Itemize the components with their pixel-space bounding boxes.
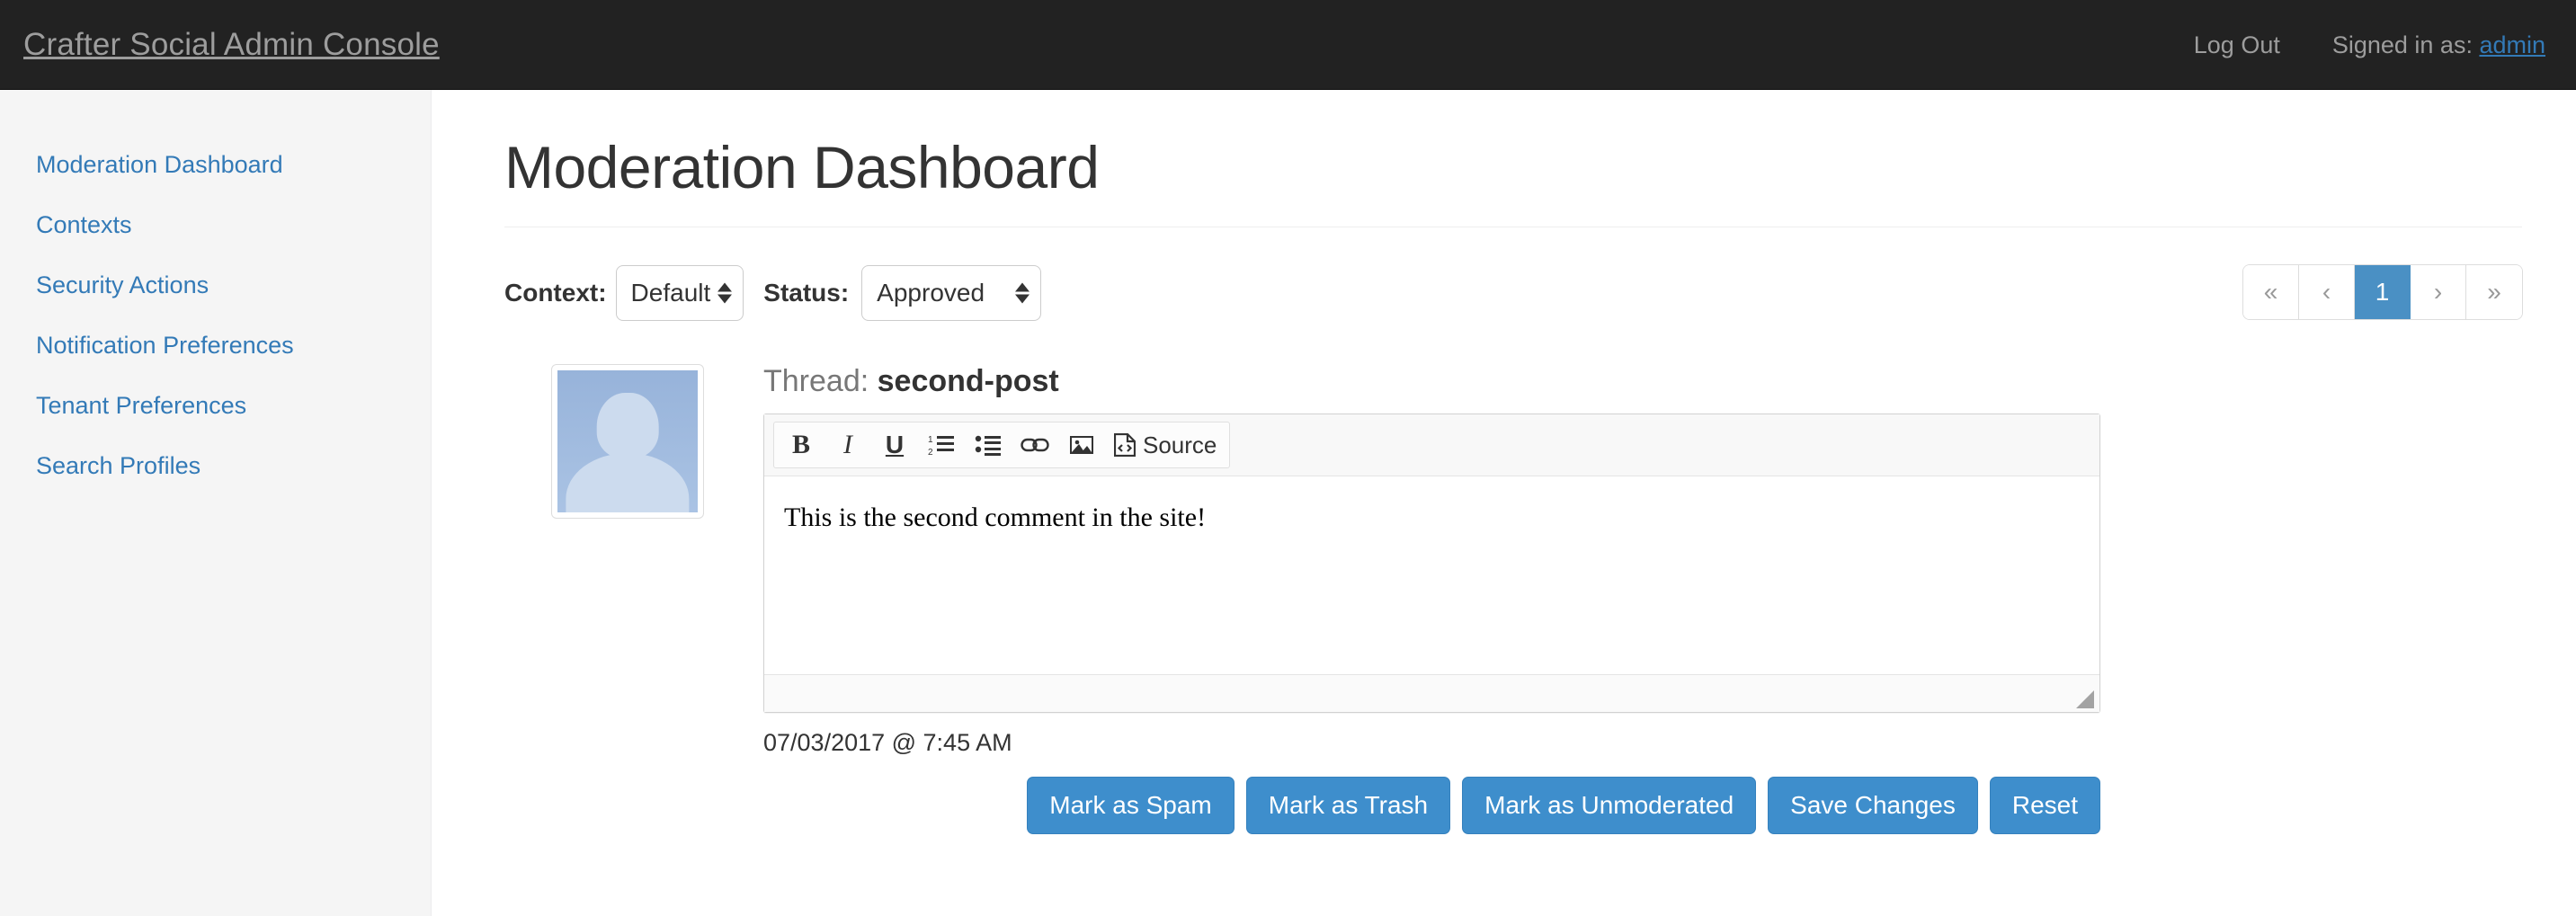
status-filter-label: Status: bbox=[763, 279, 850, 307]
thread-heading: Thread: second-post bbox=[763, 364, 2522, 399]
avatar-placeholder-icon bbox=[557, 370, 698, 512]
sidebar-item-search-profiles[interactable]: Search Profiles bbox=[0, 436, 431, 496]
sidebar-item-security-actions[interactable]: Security Actions bbox=[0, 255, 431, 316]
page-title: Moderation Dashboard bbox=[504, 134, 1100, 200]
mark-as-trash-button[interactable]: Mark as Trash bbox=[1245, 777, 1451, 834]
source-button[interactable]: Source bbox=[1105, 424, 1226, 466]
svg-text:2: 2 bbox=[928, 448, 933, 457]
link-icon[interactable] bbox=[1012, 424, 1058, 466]
sidebar-item-notification-preferences[interactable]: Notification Preferences bbox=[0, 316, 431, 376]
post-body: Thread: second-post B I U 1 2 Source Thi… bbox=[763, 364, 2522, 834]
save-changes-button[interactable]: Save Changes bbox=[1768, 777, 1978, 834]
numbered-list-icon[interactable]: 1 2 bbox=[918, 424, 965, 466]
chevron-updown-icon bbox=[1015, 282, 1030, 304]
moderation-post-item: Thread: second-post B I U 1 2 Source Thi… bbox=[504, 364, 2522, 834]
sidebar-item-contexts[interactable]: Contexts bbox=[0, 195, 431, 255]
context-select-value: Default bbox=[630, 279, 711, 307]
thread-prefix-label: Thread: bbox=[763, 364, 878, 398]
editor-content-area[interactable]: This is the second comment in the site! bbox=[764, 476, 2099, 674]
mark-as-spam-button[interactable]: Mark as Spam bbox=[1027, 777, 1235, 834]
post-timestamp: 07/03/2017 @ 7:45 AM bbox=[763, 729, 1012, 756]
editor-toolbar: B I U 1 2 Source bbox=[764, 414, 2099, 476]
editor-footer bbox=[764, 674, 2099, 712]
status-select-value: Approved bbox=[877, 279, 985, 307]
reset-button[interactable]: Reset bbox=[1989, 777, 2100, 834]
rich-text-editor: B I U 1 2 Source This is the second comm… bbox=[763, 414, 2100, 713]
status-select[interactable]: Approved bbox=[861, 265, 1042, 321]
pagination-first-button[interactable]: « bbox=[2243, 265, 2299, 319]
post-action-buttons: Mark as Spam Mark as Trash Mark as Unmod… bbox=[763, 777, 2100, 834]
pagination-page-1-button[interactable]: 1 bbox=[2355, 265, 2411, 319]
main-content: Moderation Dashboard Context: Default St… bbox=[432, 90, 2576, 916]
left-sidebar: Moderation Dashboard Contexts Security A… bbox=[0, 90, 432, 916]
current-username-link[interactable]: admin bbox=[2479, 31, 2545, 58]
pagination-last-button[interactable]: » bbox=[2466, 265, 2522, 319]
log-out-link[interactable]: Log Out bbox=[2194, 31, 2280, 59]
avatar bbox=[551, 364, 704, 519]
sidebar-item-moderation-dashboard[interactable]: Moderation Dashboard bbox=[0, 135, 431, 195]
bold-icon[interactable]: B bbox=[778, 424, 824, 466]
pagination: « ‹ 1 › » bbox=[2243, 265, 2522, 319]
svg-text:1: 1 bbox=[928, 435, 933, 445]
mark-as-unmoderated-button[interactable]: Mark as Unmoderated bbox=[1462, 777, 1757, 834]
navbar-right-group: Log Out Signed in as: admin bbox=[2194, 0, 2545, 90]
resize-handle-icon[interactable] bbox=[2076, 690, 2094, 708]
editor-toolbar-group: B I U 1 2 Source bbox=[773, 422, 1231, 468]
filter-toolbar: Context: Default Status: Approved « ‹ 1 … bbox=[504, 262, 2522, 325]
italic-icon[interactable]: I bbox=[824, 424, 871, 466]
bullet-list-icon[interactable] bbox=[965, 424, 1012, 466]
context-filter-label: Context: bbox=[504, 279, 607, 307]
chevron-updown-icon bbox=[718, 282, 733, 304]
underline-icon[interactable]: U bbox=[871, 424, 918, 466]
signed-in-status: Signed in as: admin bbox=[2332, 31, 2545, 59]
thread-name: second-post bbox=[877, 364, 1059, 398]
signed-in-prefix-label: Signed in as: bbox=[2331, 31, 2480, 58]
context-select[interactable]: Default bbox=[615, 265, 744, 321]
top-navbar: Crafter Social Admin Console Log Out Sig… bbox=[0, 0, 2576, 90]
app-brand-title[interactable]: Crafter Social Admin Console bbox=[23, 27, 440, 63]
image-icon[interactable] bbox=[1058, 424, 1105, 466]
sidebar-item-tenant-preferences[interactable]: Tenant Preferences bbox=[0, 376, 431, 436]
pagination-prev-button[interactable]: ‹ bbox=[2299, 265, 2355, 319]
source-button-label: Source bbox=[1143, 431, 1217, 458]
pagination-next-button[interactable]: › bbox=[2411, 265, 2466, 319]
